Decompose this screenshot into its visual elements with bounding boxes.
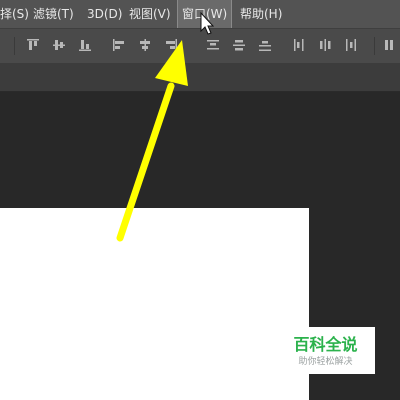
yellow-arrow-head — [155, 40, 188, 86]
yellow-arrow-shaft — [116, 82, 175, 242]
annotation-overlay — [116, 11, 215, 242]
mouse-cursor-icon — [200, 11, 215, 35]
